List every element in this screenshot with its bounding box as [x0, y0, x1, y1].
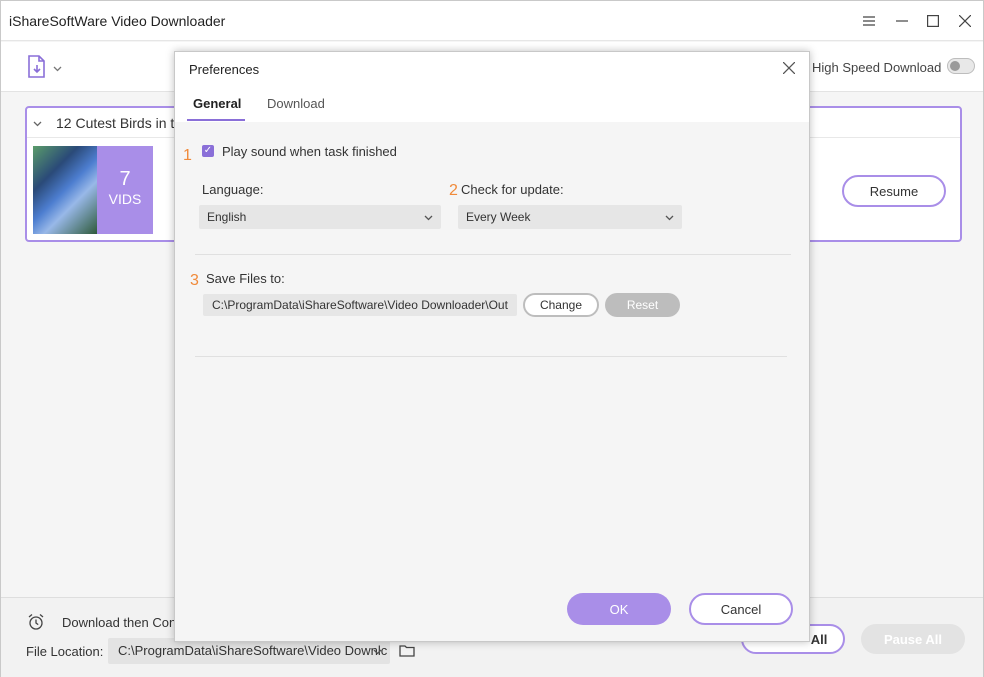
- check-update-value: Every Week: [466, 210, 531, 224]
- high-speed-download-label: High Speed Download: [812, 60, 942, 75]
- paste-url-icon: [27, 54, 47, 82]
- check-update-label: Check for update:: [461, 182, 564, 197]
- language-select[interactable]: English: [199, 205, 441, 229]
- section-divider: [195, 356, 787, 357]
- paste-url-button[interactable]: [27, 54, 75, 82]
- save-files-path[interactable]: C:\ProgramData\iShareSoftware\Video Down…: [203, 294, 517, 316]
- marker-2: 2: [449, 182, 458, 199]
- change-button[interactable]: Change: [523, 293, 599, 317]
- file-location-label: File Location:: [26, 644, 104, 659]
- play-sound-label: Play sound when task finished: [222, 144, 397, 159]
- maximize-icon[interactable]: [921, 9, 945, 33]
- section-divider: [195, 254, 791, 255]
- menu-icon[interactable]: [857, 9, 881, 33]
- preferences-dialog: Preferences General Download 1 ✓ Play so…: [174, 51, 810, 642]
- play-sound-checkbox[interactable]: ✓: [202, 145, 214, 157]
- active-tab-indicator: [187, 119, 245, 121]
- chevron-down-icon: [424, 210, 433, 224]
- language-label: Language:: [202, 182, 264, 197]
- language-value: English: [207, 210, 247, 224]
- pause-all-button[interactable]: Pause All: [861, 624, 965, 654]
- dialog-header: Preferences General Download: [175, 52, 809, 122]
- dialog-title: Preferences: [189, 62, 260, 77]
- title-bar: iShareSoftWare Video Downloader: [1, 1, 983, 41]
- chevron-down-icon: [373, 643, 382, 658]
- check-update-select[interactable]: Every Week: [458, 205, 682, 229]
- ok-button[interactable]: OK: [567, 593, 671, 625]
- download-then-convert-label: Download then Conv: [62, 615, 183, 630]
- tab-general[interactable]: General: [193, 96, 241, 111]
- save-files-label: Save Files to:: [206, 271, 285, 286]
- chevron-down-icon: [53, 61, 62, 75]
- vids-count: 7: [119, 168, 131, 190]
- chevron-down-icon: [665, 210, 674, 224]
- file-location-value: C:\ProgramData\iShareSoftware\Video Down…: [118, 643, 388, 658]
- reset-button[interactable]: Reset: [605, 293, 680, 317]
- high-speed-download-toggle[interactable]: [947, 58, 975, 74]
- marker-1: 1: [183, 147, 192, 164]
- marker-3: 3: [190, 272, 199, 289]
- resume-all-label: All: [810, 631, 828, 647]
- tab-download[interactable]: Download: [267, 96, 325, 111]
- cancel-button[interactable]: Cancel: [689, 593, 793, 625]
- video-thumbnail: [33, 146, 97, 234]
- dialog-close-icon[interactable]: [779, 58, 799, 78]
- resume-button[interactable]: Resume: [842, 175, 946, 207]
- task-title: 12 Cutest Birds in th: [56, 115, 183, 131]
- app-title: iShareSoftWare Video Downloader: [9, 13, 226, 29]
- vids-count-badge: 7 VIDS: [97, 146, 153, 234]
- vids-label: VIDS: [108, 191, 142, 207]
- minimize-icon[interactable]: [890, 9, 914, 33]
- collapse-chevron-icon[interactable]: [33, 116, 42, 130]
- alarm-clock-icon[interactable]: [27, 613, 45, 631]
- folder-icon[interactable]: [399, 644, 415, 657]
- close-icon[interactable]: [953, 9, 977, 33]
